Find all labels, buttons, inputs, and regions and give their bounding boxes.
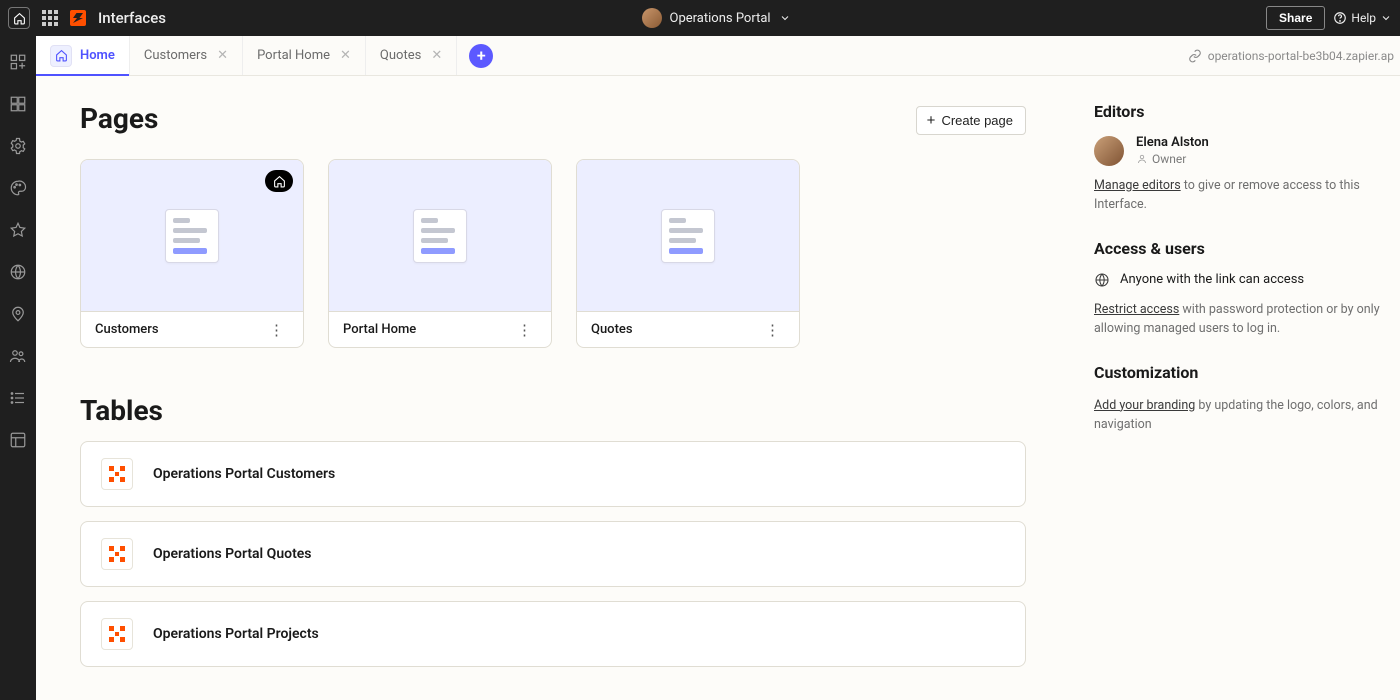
access-line: Anyone with the link can access <box>1094 272 1380 288</box>
restrict-access-link[interactable]: Restrict access <box>1094 302 1179 317</box>
create-page-button[interactable]: + Create page <box>916 106 1026 135</box>
table-row[interactable]: Operations Portal Quotes <box>80 521 1026 587</box>
rail-components-icon[interactable] <box>8 52 28 72</box>
rail-globe-icon[interactable] <box>8 262 28 282</box>
table-row[interactable]: Operations Portal Projects <box>80 601 1026 667</box>
close-icon[interactable]: ✕ <box>431 48 442 63</box>
avatar <box>642 8 662 28</box>
page-thumbnail <box>165 209 219 263</box>
link-icon <box>1188 49 1202 63</box>
avatar <box>1094 136 1124 166</box>
restrict-access-text: Restrict access with password protection… <box>1094 300 1380 339</box>
pages-heading: Pages <box>80 102 158 135</box>
chevron-down-icon <box>1380 12 1392 24</box>
tab-portal-home[interactable]: Portal Home ✕ <box>243 36 366 75</box>
more-icon[interactable]: ⋮ <box>265 325 289 335</box>
rail-settings-icon[interactable] <box>8 136 28 156</box>
project-name: Operations Portal <box>670 11 771 26</box>
tables-heading: Tables <box>80 394 1026 427</box>
person-icon <box>1136 153 1148 165</box>
rail-users-icon[interactable] <box>8 346 28 366</box>
manage-editors-text: Manage editors to give or remove access … <box>1094 176 1380 215</box>
close-icon[interactable]: ✕ <box>340 48 351 63</box>
rail-star-icon[interactable] <box>8 220 28 240</box>
table-name: Operations Portal Customers <box>153 466 335 482</box>
interface-url[interactable]: operations-portal-be3b04.zapier.ap <box>1208 49 1394 63</box>
editor-role: Owner <box>1136 152 1209 166</box>
tab-home[interactable]: Home <box>36 36 130 75</box>
table-icon <box>101 618 133 650</box>
rail-blocks-icon[interactable] <box>8 94 28 114</box>
help-icon <box>1333 11 1347 25</box>
share-button[interactable]: Share <box>1266 6 1325 30</box>
more-icon[interactable]: ⋮ <box>761 325 785 335</box>
page-card-customers[interactable]: Customers ⋮ <box>80 159 304 348</box>
home-icon <box>50 45 72 67</box>
main-content: Pages + Create page Customers <box>36 76 1070 700</box>
table-icon <box>101 538 133 570</box>
rail-layout-icon[interactable] <box>8 430 28 450</box>
topbar: Interfaces Operations Portal Share Help <box>0 0 1400 36</box>
globe-icon <box>1094 272 1110 288</box>
page-card-label: Quotes <box>591 322 633 337</box>
project-switcher[interactable]: Operations Portal <box>642 8 791 28</box>
page-thumbnail <box>661 209 715 263</box>
chevron-down-icon <box>779 12 791 24</box>
app-title: Interfaces <box>98 9 166 27</box>
branding-text: Add your branding by updating the logo, … <box>1094 396 1380 435</box>
more-icon[interactable]: ⋮ <box>513 325 537 335</box>
branding-link[interactable]: Add your branding <box>1094 398 1195 413</box>
table-name: Operations Portal Projects <box>153 626 319 642</box>
table-row[interactable]: Operations Portal Customers <box>80 441 1026 507</box>
tabs-strip: Home Customers ✕ Portal Home ✕ Quotes ✕ … <box>36 36 1400 76</box>
rail-theme-icon[interactable] <box>8 178 28 198</box>
page-card-label: Portal Home <box>343 322 416 337</box>
plus-icon: + <box>927 113 936 128</box>
editor-entry: Elena Alston Owner <box>1094 135 1380 166</box>
page-thumbnail <box>413 209 467 263</box>
zapier-logo <box>70 10 86 26</box>
editors-heading: Editors <box>1094 102 1380 121</box>
table-name: Operations Portal Quotes <box>153 546 312 562</box>
side-panel: Editors Elena Alston Owner Manage editor… <box>1070 76 1400 700</box>
home-badge-icon <box>265 170 293 192</box>
tab-customers[interactable]: Customers ✕ <box>130 36 243 75</box>
page-card-label: Customers <box>95 322 159 337</box>
close-icon[interactable]: ✕ <box>217 48 228 63</box>
help-button[interactable]: Help <box>1333 11 1392 25</box>
customization-heading: Customization <box>1094 363 1380 382</box>
table-icon <box>101 458 133 490</box>
apps-grid-icon[interactable] <box>42 10 58 26</box>
tab-quotes[interactable]: Quotes ✕ <box>366 36 457 75</box>
add-tab-button[interactable]: + <box>469 44 493 68</box>
manage-editors-link[interactable]: Manage editors <box>1094 178 1181 193</box>
home-icon[interactable] <box>8 7 30 29</box>
rail-list-icon[interactable] <box>8 388 28 408</box>
rail-location-icon[interactable] <box>8 304 28 324</box>
access-heading: Access & users <box>1094 239 1380 258</box>
page-card-quotes[interactable]: Quotes ⋮ <box>576 159 800 348</box>
editor-name: Elena Alston <box>1136 135 1209 150</box>
left-rail <box>0 36 36 700</box>
page-card-portal-home[interactable]: Portal Home ⋮ <box>328 159 552 348</box>
